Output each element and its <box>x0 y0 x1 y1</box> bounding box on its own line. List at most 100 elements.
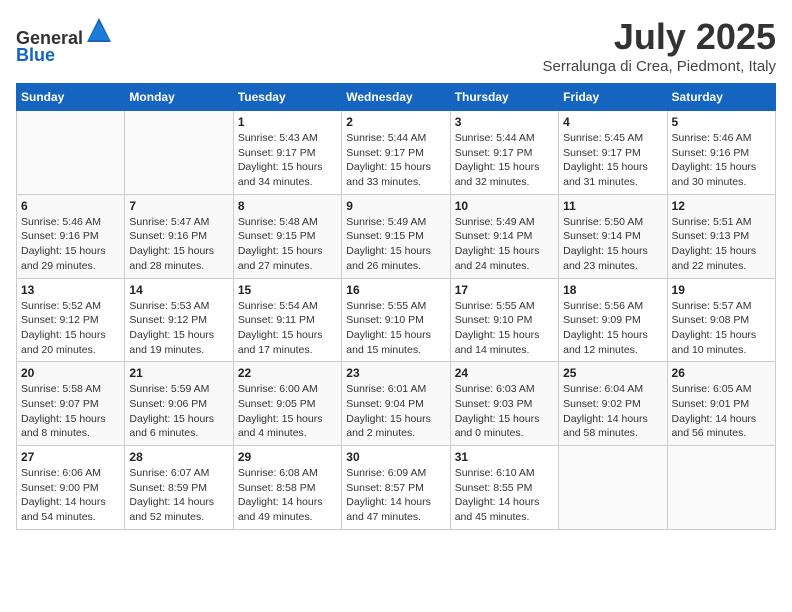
day-number: 3 <box>455 115 554 129</box>
logo-blue-text: Blue <box>16 45 113 66</box>
calendar-cell: 18 Sunrise: 5:56 AM Sunset: 9:09 PM Dayli… <box>559 278 667 362</box>
day-info: Sunrise: 5:56 AM Sunset: 9:09 PM Dayligh… <box>563 299 662 358</box>
calendar-week-row: 27 Sunrise: 6:06 AM Sunset: 9:00 PM Dayli… <box>17 446 776 530</box>
day-number: 6 <box>21 199 120 213</box>
day-info: Sunrise: 5:52 AM Sunset: 9:12 PM Dayligh… <box>21 299 120 358</box>
calendar-cell: 8Sunrise: 5:48 AM Sunset: 9:15 PM Daylig… <box>233 194 341 278</box>
logo-block: General Blue <box>16 16 113 66</box>
calendar-cell <box>125 111 233 195</box>
day-info: Sunrise: 5:59 AM Sunset: 9:06 PM Dayligh… <box>129 382 228 441</box>
day-number: 2 <box>346 115 445 129</box>
day-info: Sunrise: 5:55 AM Sunset: 9:10 PM Dayligh… <box>346 299 445 358</box>
day-number: 10 <box>455 199 554 213</box>
calendar-week-row: 1 Sunrise: 5:43 AM Sunset: 9:17 PM Daylig… <box>17 111 776 195</box>
calendar-cell: 21 Sunrise: 5:59 AM Sunset: 9:06 PM Dayli… <box>125 362 233 446</box>
calendar-cell: 26 Sunrise: 6:05 AM Sunset: 9:01 PM Dayli… <box>667 362 775 446</box>
day-info: Sunrise: 5:50 AM Sunset: 9:14 PM Dayligh… <box>563 215 662 274</box>
day-number: 20 <box>21 366 120 380</box>
day-info: Sunrise: 6:03 AM Sunset: 9:03 PM Dayligh… <box>455 382 554 441</box>
calendar-cell: 25 Sunrise: 6:04 AM Sunset: 9:02 PM Dayli… <box>559 362 667 446</box>
weekday-header: Thursday <box>450 84 558 111</box>
calendar-cell: 23 Sunrise: 6:01 AM Sunset: 9:04 PM Dayli… <box>342 362 450 446</box>
day-info: Sunrise: 6:00 AM Sunset: 9:05 PM Dayligh… <box>238 382 337 441</box>
weekday-header: Monday <box>125 84 233 111</box>
day-info: Sunrise: 6:04 AM Sunset: 9:02 PM Dayligh… <box>563 382 662 441</box>
day-info: Sunrise: 5:51 AM Sunset: 9:13 PM Dayligh… <box>672 215 771 274</box>
calendar-week-row: 13Sunrise: 5:52 AM Sunset: 9:12 PM Dayli… <box>17 278 776 362</box>
calendar-cell: 24 Sunrise: 6:03 AM Sunset: 9:03 PM Dayli… <box>450 362 558 446</box>
day-info: Sunrise: 6:06 AM Sunset: 9:00 PM Dayligh… <box>21 466 120 525</box>
day-number: 25 <box>563 366 662 380</box>
day-info: Sunrise: 6:09 AM Sunset: 8:57 PM Dayligh… <box>346 466 445 525</box>
calendar-table: SundayMondayTuesdayWednesdayThursdayFrid… <box>16 83 776 530</box>
logo-icon <box>85 16 113 44</box>
day-number: 16 <box>346 283 445 297</box>
day-info: Sunrise: 6:10 AM Sunset: 8:55 PM Dayligh… <box>455 466 554 525</box>
title-block: July 2025 Serralunga di Crea, Piedmont, … <box>543 16 776 75</box>
calendar-cell: 9Sunrise: 5:49 AM Sunset: 9:15 PM Daylig… <box>342 194 450 278</box>
calendar-cell <box>17 111 125 195</box>
calendar-cell: 28 Sunrise: 6:07 AM Sunset: 8:59 PM Dayli… <box>125 446 233 530</box>
day-number: 14 <box>129 283 228 297</box>
calendar-cell: 13Sunrise: 5:52 AM Sunset: 9:12 PM Dayli… <box>17 278 125 362</box>
day-number: 29 <box>238 450 337 464</box>
day-number: 15 <box>238 283 337 297</box>
calendar-cell: 7Sunrise: 5:47 AM Sunset: 9:16 PM Daylig… <box>125 194 233 278</box>
calendar-cell: 11 Sunrise: 5:50 AM Sunset: 9:14 PM Dayli… <box>559 194 667 278</box>
day-number: 12 <box>672 199 771 213</box>
day-number: 30 <box>346 450 445 464</box>
day-number: 9 <box>346 199 445 213</box>
day-info: Sunrise: 6:01 AM Sunset: 9:04 PM Dayligh… <box>346 382 445 441</box>
calendar-cell: 12 Sunrise: 5:51 AM Sunset: 9:13 PM Dayli… <box>667 194 775 278</box>
day-number: 8 <box>238 199 337 213</box>
logo: General Blue <box>16 16 113 66</box>
day-number: 23 <box>346 366 445 380</box>
calendar-cell: 20 Sunrise: 5:58 AM Sunset: 9:07 PM Dayli… <box>17 362 125 446</box>
day-info: Sunrise: 5:49 AM Sunset: 9:14 PM Dayligh… <box>455 215 554 274</box>
day-info: Sunrise: 5:53 AM Sunset: 9:12 PM Dayligh… <box>129 299 228 358</box>
calendar-cell: 14 Sunrise: 5:53 AM Sunset: 9:12 PM Dayli… <box>125 278 233 362</box>
day-info: Sunrise: 5:58 AM Sunset: 9:07 PM Dayligh… <box>21 382 120 441</box>
day-number: 18 <box>563 283 662 297</box>
weekday-header: Tuesday <box>233 84 341 111</box>
calendar-subtitle: Serralunga di Crea, Piedmont, Italy <box>543 58 776 75</box>
day-number: 28 <box>129 450 228 464</box>
day-info: Sunrise: 6:05 AM Sunset: 9:01 PM Dayligh… <box>672 382 771 441</box>
calendar-cell: 17Sunrise: 5:55 AM Sunset: 9:10 PM Dayli… <box>450 278 558 362</box>
calendar-cell: 27 Sunrise: 6:06 AM Sunset: 9:00 PM Dayli… <box>17 446 125 530</box>
day-number: 5 <box>672 115 771 129</box>
day-number: 4 <box>563 115 662 129</box>
weekday-header: Sunday <box>17 84 125 111</box>
calendar-cell: 31 Sunrise: 6:10 AM Sunset: 8:55 PM Dayli… <box>450 446 558 530</box>
calendar-cell: 1 Sunrise: 5:43 AM Sunset: 9:17 PM Daylig… <box>233 111 341 195</box>
calendar-cell: 4Sunrise: 5:45 AM Sunset: 9:17 PM Daylig… <box>559 111 667 195</box>
calendar-cell: 15 Sunrise: 5:54 AM Sunset: 9:11 PM Dayli… <box>233 278 341 362</box>
page-header: General Blue July 2025 Serralunga di Cre… <box>16 16 776 75</box>
calendar-week-row: 6 Sunrise: 5:46 AM Sunset: 9:16 PM Daylig… <box>17 194 776 278</box>
day-info: Sunrise: 5:43 AM Sunset: 9:17 PM Dayligh… <box>238 131 337 190</box>
calendar-cell: 19Sunrise: 5:57 AM Sunset: 9:08 PM Dayli… <box>667 278 775 362</box>
day-number: 1 <box>238 115 337 129</box>
calendar-cell: 2Sunrise: 5:44 AM Sunset: 9:17 PM Daylig… <box>342 111 450 195</box>
day-number: 31 <box>455 450 554 464</box>
calendar-week-row: 20 Sunrise: 5:58 AM Sunset: 9:07 PM Dayli… <box>17 362 776 446</box>
weekday-header: Wednesday <box>342 84 450 111</box>
day-number: 24 <box>455 366 554 380</box>
day-number: 7 <box>129 199 228 213</box>
calendar-cell: 10 Sunrise: 5:49 AM Sunset: 9:14 PM Dayli… <box>450 194 558 278</box>
day-number: 26 <box>672 366 771 380</box>
calendar-header-row: SundayMondayTuesdayWednesdayThursdayFrid… <box>17 84 776 111</box>
day-info: Sunrise: 5:46 AM Sunset: 9:16 PM Dayligh… <box>672 131 771 190</box>
calendar-title: July 2025 <box>543 16 776 58</box>
day-number: 21 <box>129 366 228 380</box>
day-info: Sunrise: 5:44 AM Sunset: 9:17 PM Dayligh… <box>455 131 554 190</box>
day-info: Sunrise: 6:08 AM Sunset: 8:58 PM Dayligh… <box>238 466 337 525</box>
day-info: Sunrise: 5:46 AM Sunset: 9:16 PM Dayligh… <box>21 215 120 274</box>
calendar-cell: 22Sunrise: 6:00 AM Sunset: 9:05 PM Dayli… <box>233 362 341 446</box>
day-info: Sunrise: 5:54 AM Sunset: 9:11 PM Dayligh… <box>238 299 337 358</box>
calendar-cell: 5 Sunrise: 5:46 AM Sunset: 9:16 PM Daylig… <box>667 111 775 195</box>
day-number: 11 <box>563 199 662 213</box>
day-number: 27 <box>21 450 120 464</box>
calendar-cell: 30 Sunrise: 6:09 AM Sunset: 8:57 PM Dayli… <box>342 446 450 530</box>
day-info: Sunrise: 6:07 AM Sunset: 8:59 PM Dayligh… <box>129 466 228 525</box>
